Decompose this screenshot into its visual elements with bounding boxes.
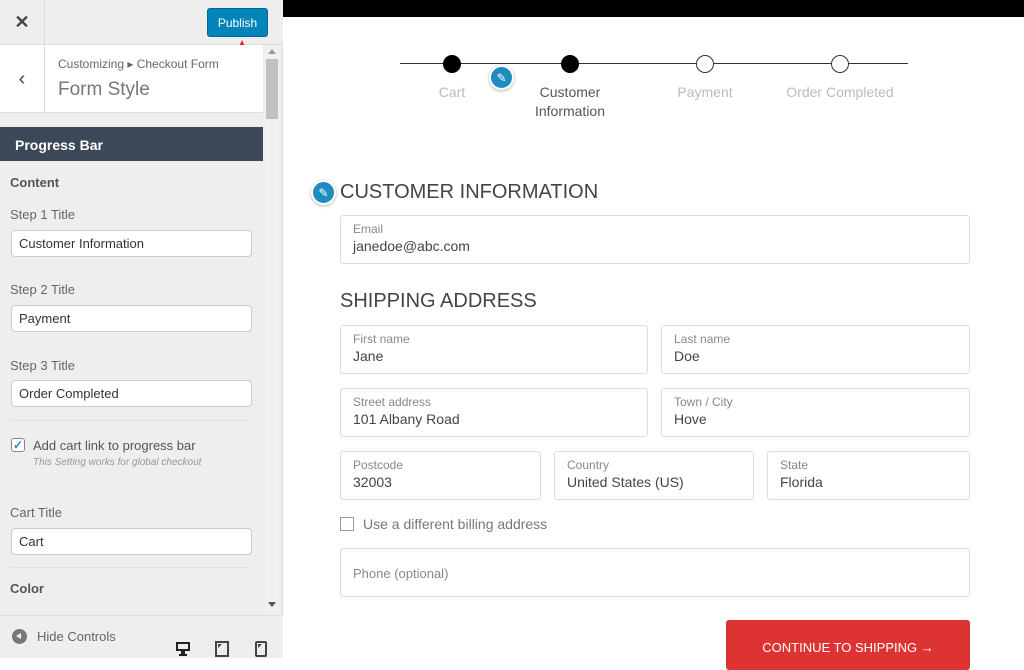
country-value: United States (US) [567, 474, 684, 490]
pencil-icon: ✎ [318, 185, 329, 200]
country-field[interactable]: Country United States (US) [554, 451, 754, 500]
tablet-preview-icon[interactable] [215, 641, 229, 657]
cart-link-note: This Setting works for global checkout [33, 457, 202, 468]
continue-to-shipping-button[interactable]: CONTINUE TO SHIPPING → [726, 620, 970, 670]
billing-address-label: Use a different billing address [363, 516, 548, 532]
close-button[interactable]: ✕ [0, 0, 45, 45]
content-label: Content [10, 175, 60, 190]
step2-label: Step 2 Title [10, 282, 76, 297]
divider [10, 567, 252, 568]
hide-controls-label: Hide Controls [37, 629, 116, 644]
last-name-field[interactable]: Last name Doe [661, 325, 970, 374]
panel-header: ‹ Customizing ▸ Checkout Form Form Style [0, 45, 263, 113]
city-label: Town / City [674, 395, 733, 409]
step-dot-order-completed [831, 55, 849, 73]
step1-title-input[interactable] [11, 230, 252, 257]
email-field[interactable]: Email janedoe@abc.com [340, 215, 970, 264]
cart-link-checkbox[interactable]: ✓ [11, 438, 25, 452]
phone-placeholder: Phone (optional) [353, 566, 449, 581]
step-label-customer-information: Customer Information [534, 84, 606, 119]
cart-title-label: Cart Title [10, 505, 63, 520]
desktop-preview-icon[interactable] [175, 641, 191, 657]
color-label: Color [10, 581, 44, 596]
postcode-label: Postcode [353, 458, 404, 472]
shipping-address-heading: SHIPPING ADDRESS [340, 290, 537, 312]
customizer-sidebar: ✕ Publish ‹ Customizing ▸ Checkout Form … [0, 0, 283, 658]
email-value: janedoe@abc.com [353, 238, 470, 254]
first-name-value: Jane [353, 348, 384, 364]
state-value: Florida [780, 474, 823, 490]
scroll-down-icon[interactable] [268, 602, 276, 607]
postcode-value: 32003 [353, 474, 392, 490]
mobile-preview-icon[interactable] [255, 641, 267, 657]
step3-label: Step 3 Title [10, 358, 76, 373]
hide-controls-button[interactable]: Hide Controls [12, 629, 116, 644]
street-address-field[interactable]: Street address 101 Albany Road [340, 388, 648, 437]
pencil-icon: ✎ [496, 70, 507, 85]
customer-info-heading: CUSTOMER INFORMATION [340, 181, 599, 203]
first-name-label: First name [353, 332, 410, 346]
step-label-order-completed: Order Completed [786, 84, 894, 100]
postcode-field[interactable]: Postcode 32003 [340, 451, 541, 500]
checkmark-icon: ✓ [12, 438, 24, 452]
customizer-topbar: ✕ Publish [0, 0, 283, 45]
step-label-cart[interactable]: Cart [397, 83, 507, 102]
scroll-up-icon[interactable] [268, 49, 276, 54]
step3-title-input[interactable] [11, 380, 252, 407]
preview-top-bar [283, 0, 1024, 17]
step-dot-cart [443, 55, 461, 73]
step-dot-payment [696, 55, 714, 73]
edit-form-button[interactable]: ✎ [311, 180, 336, 205]
country-label: Country [567, 458, 610, 472]
collapse-icon [12, 629, 27, 644]
scroll-thumb[interactable] [266, 59, 278, 119]
step-dot-customer-information [561, 55, 579, 73]
customizer-footer: Hide Controls [0, 615, 283, 658]
email-label: Email [353, 222, 384, 236]
divider [10, 420, 252, 421]
step2-title-input[interactable] [11, 305, 252, 332]
step-label-payment: Payment [677, 84, 733, 100]
chevron-left-icon: ‹ [18, 67, 26, 90]
street-address-value: 101 Albany Road [353, 411, 460, 427]
close-icon: ✕ [14, 12, 30, 32]
last-name-value: Doe [674, 348, 700, 364]
breadcrumb: Customizing ▸ Checkout Form [58, 57, 219, 71]
state-field[interactable]: State Florida [767, 451, 970, 500]
checkout-progress-bar: Cart Customer Information Payment Order … [400, 55, 908, 135]
publish-button[interactable]: Publish [207, 8, 268, 37]
edit-progress-button[interactable]: ✎ [489, 65, 514, 90]
cart-link-label: Add cart link to progress bar [33, 438, 196, 453]
back-button[interactable]: ‹ [0, 45, 45, 113]
scrollbar[interactable] [265, 45, 279, 615]
phone-field[interactable]: Phone (optional) [340, 548, 970, 597]
billing-address-checkbox[interactable] [340, 517, 354, 531]
section-header: Progress Bar [0, 127, 263, 161]
state-label: State [780, 458, 809, 472]
city-field[interactable]: Town / City Hove [661, 388, 970, 437]
street-address-label: Street address [353, 395, 432, 409]
panel-title: Form Style [58, 79, 150, 100]
last-name-label: Last name [674, 332, 731, 346]
first-name-field[interactable]: First name Jane [340, 325, 648, 374]
cart-title-input[interactable] [11, 528, 252, 555]
step1-label: Step 1 Title [10, 207, 76, 222]
city-value: Hove [674, 411, 707, 427]
